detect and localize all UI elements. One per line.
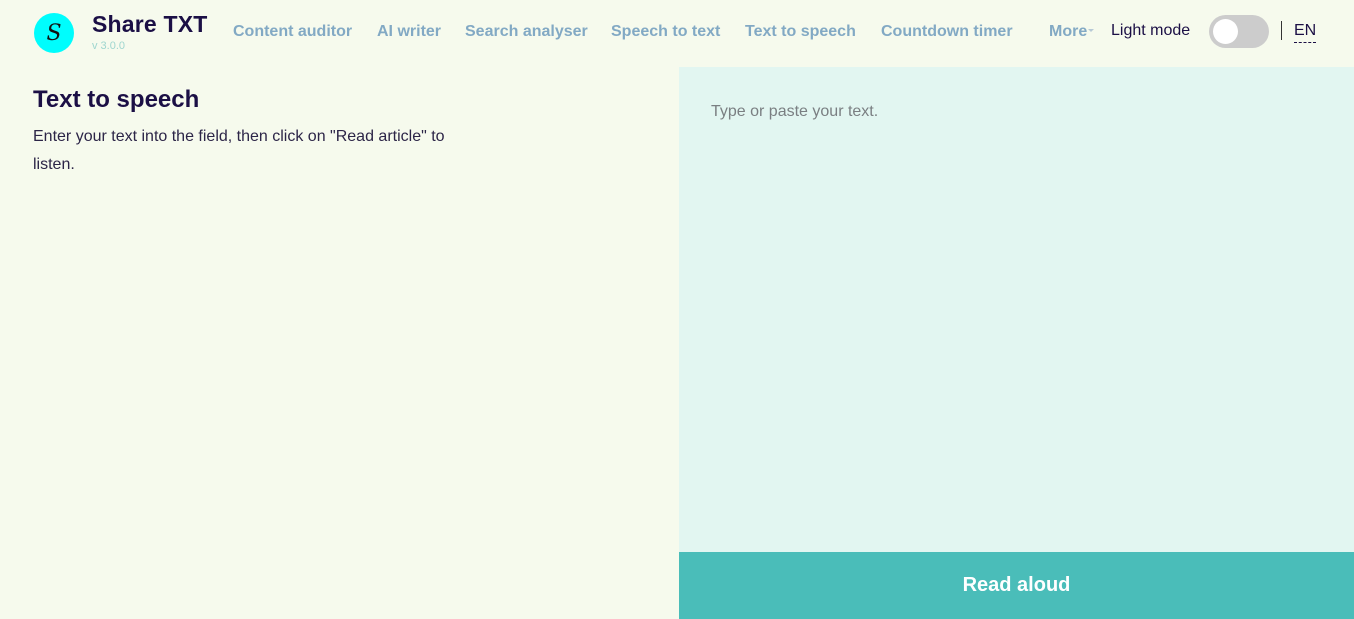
text-editor-panel [679, 67, 1354, 552]
more-menu[interactable]: More [1049, 23, 1095, 41]
logo-letter: S [46, 20, 62, 46]
more-label: More [1049, 23, 1088, 40]
theme-toggle[interactable] [1209, 15, 1269, 48]
toggle-knob [1213, 19, 1238, 44]
language-selector[interactable]: EN [1294, 22, 1317, 43]
nav-text-to-speech[interactable]: Text to speech [745, 23, 856, 41]
read-aloud-button[interactable]: Read aloud [679, 552, 1354, 619]
nav-speech-to-text[interactable]: Speech to text [611, 23, 720, 41]
light-mode-label: Light mode [1111, 22, 1191, 39]
intro-panel: Text to speech Enter your text into the … [33, 86, 473, 179]
logo-icon[interactable]: S [34, 13, 74, 53]
page-description: Enter your text into the field, then cli… [33, 128, 445, 173]
nav-search-analyser[interactable]: Search analyser [465, 23, 588, 41]
nav-content-auditor[interactable]: Content auditor [233, 23, 352, 41]
brand-name[interactable]: Share TXT [92, 11, 208, 38]
text-input[interactable] [679, 67, 1354, 552]
version-label: v 3.0.0 [92, 40, 126, 52]
nav-countdown-timer[interactable]: Countdown timer [881, 23, 1013, 41]
nav-ai-writer[interactable]: AI writer [377, 23, 441, 41]
divider [1281, 21, 1282, 40]
header: S Share TXT v 3.0.0 Content auditor AI w… [0, 0, 1354, 67]
caret-down-icon [1088, 28, 1095, 32]
page-title: Text to speech [33, 86, 200, 113]
